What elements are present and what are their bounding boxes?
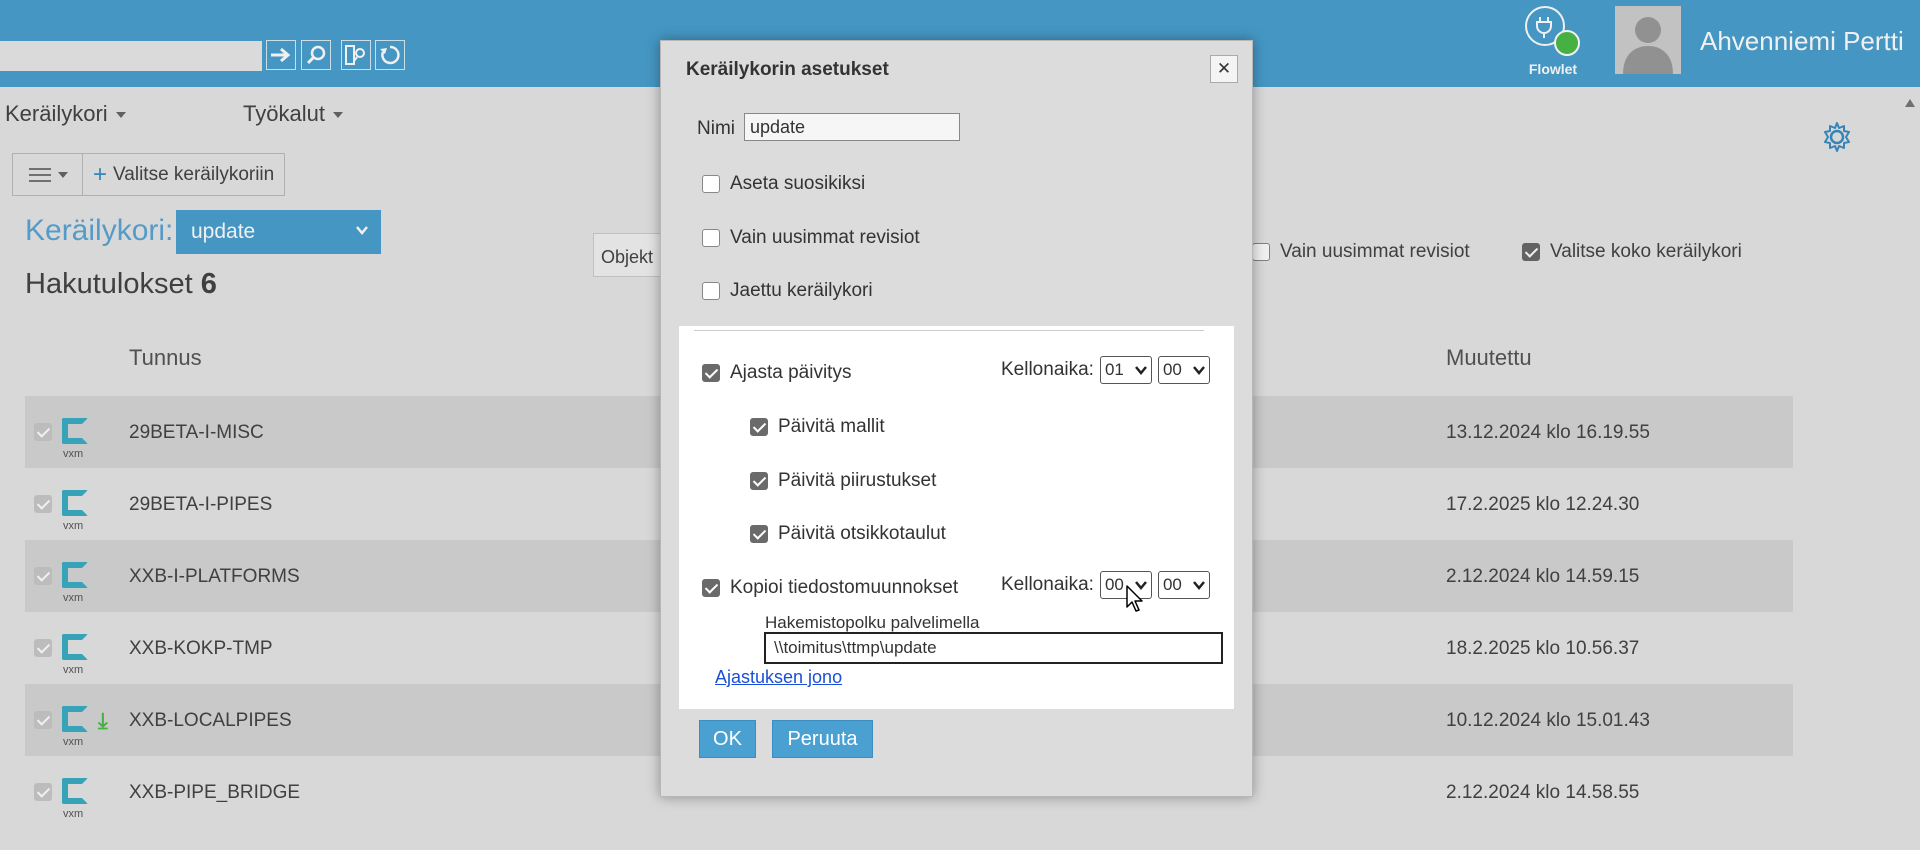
- close-button[interactable]: ✕: [1210, 55, 1238, 83]
- update-drawings-label: Päivitä piirustukset: [778, 470, 937, 491]
- chevron-down-icon: [1192, 581, 1205, 590]
- copy-minute-value: 00: [1162, 575, 1182, 594]
- shared-basket-option[interactable]: Jaettu keräilykori: [702, 280, 873, 302]
- update-minute-value: 00: [1162, 360, 1182, 379]
- update-time-picker: Kellonaika: 01 00: [1001, 356, 1210, 384]
- latest-revisions-label: Vain uusimmat revisiot: [730, 227, 920, 248]
- update-hour-select[interactable]: 01: [1099, 356, 1152, 384]
- set-favorite-label: Aseta suosikiksi: [730, 173, 866, 194]
- copy-time-picker: Kellonaika: 00 00: [1001, 571, 1210, 599]
- copy-changes-checkbox[interactable]: [702, 579, 720, 597]
- copy-minute-select[interactable]: 00: [1157, 571, 1210, 599]
- copy-time-label: Kellonaika:: [1001, 574, 1094, 595]
- divider: [694, 330, 1204, 331]
- update-title-blocks-option[interactable]: Päivitä otsikkotaulut: [750, 523, 946, 545]
- name-input[interactable]: [744, 113, 960, 141]
- copy-hour-value: 00: [1104, 575, 1124, 594]
- close-icon: ✕: [1216, 59, 1232, 78]
- shared-basket-checkbox[interactable]: [702, 282, 720, 300]
- shared-basket-label: Jaettu keräilykori: [730, 280, 873, 301]
- schedule-panel: Ajasta päivitys Kellonaika: 01 00 Päivit…: [679, 326, 1234, 709]
- ok-button[interactable]: OK: [699, 720, 756, 758]
- update-models-label: Päivitä mallit: [778, 416, 885, 437]
- server-path-label: Hakemistopolku palvelimella: [765, 613, 980, 632]
- dialog-title: Keräilykorin asetukset: [686, 59, 889, 80]
- update-models-checkbox[interactable]: [750, 418, 768, 436]
- schedule-update-option[interactable]: Ajasta päivitys: [702, 362, 851, 384]
- name-label: Nimi: [697, 118, 735, 139]
- schedule-queue-link[interactable]: Ajastuksen jono: [715, 667, 842, 688]
- schedule-update-checkbox[interactable]: [702, 364, 720, 382]
- update-drawings-option[interactable]: Päivitä piirustukset: [750, 470, 936, 492]
- latest-revisions-option[interactable]: Vain uusimmat revisiot: [702, 227, 920, 249]
- copy-changes-option[interactable]: Kopioi tiedostomuunnokset: [702, 577, 958, 599]
- update-hour-value: 01: [1104, 360, 1124, 379]
- update-models-option[interactable]: Päivitä mallit: [750, 416, 885, 438]
- copy-changes-label: Kopioi tiedostomuunnokset: [730, 577, 959, 598]
- update-drawings-checkbox[interactable]: [750, 472, 768, 490]
- set-favorite-option[interactable]: Aseta suosikiksi: [702, 173, 865, 195]
- schedule-update-label: Ajasta päivitys: [730, 362, 852, 383]
- update-title-blocks-label: Päivitä otsikkotaulut: [778, 523, 946, 544]
- basket-settings-dialog: Keräilykorin asetukset ✕ Nimi Aseta suos…: [660, 40, 1253, 797]
- server-path-input[interactable]: [764, 632, 1223, 664]
- update-time-label: Kellonaika:: [1001, 359, 1094, 380]
- mouse-cursor-icon: [1126, 585, 1143, 612]
- update-minute-select[interactable]: 00: [1157, 356, 1210, 384]
- update-title-blocks-checkbox[interactable]: [750, 525, 768, 543]
- set-favorite-checkbox[interactable]: [702, 175, 720, 193]
- chevron-down-icon: [1192, 366, 1205, 375]
- chevron-down-icon: [1134, 366, 1147, 375]
- latest-revisions-checkbox[interactable]: [702, 229, 720, 247]
- cancel-button[interactable]: Peruuta: [772, 720, 873, 758]
